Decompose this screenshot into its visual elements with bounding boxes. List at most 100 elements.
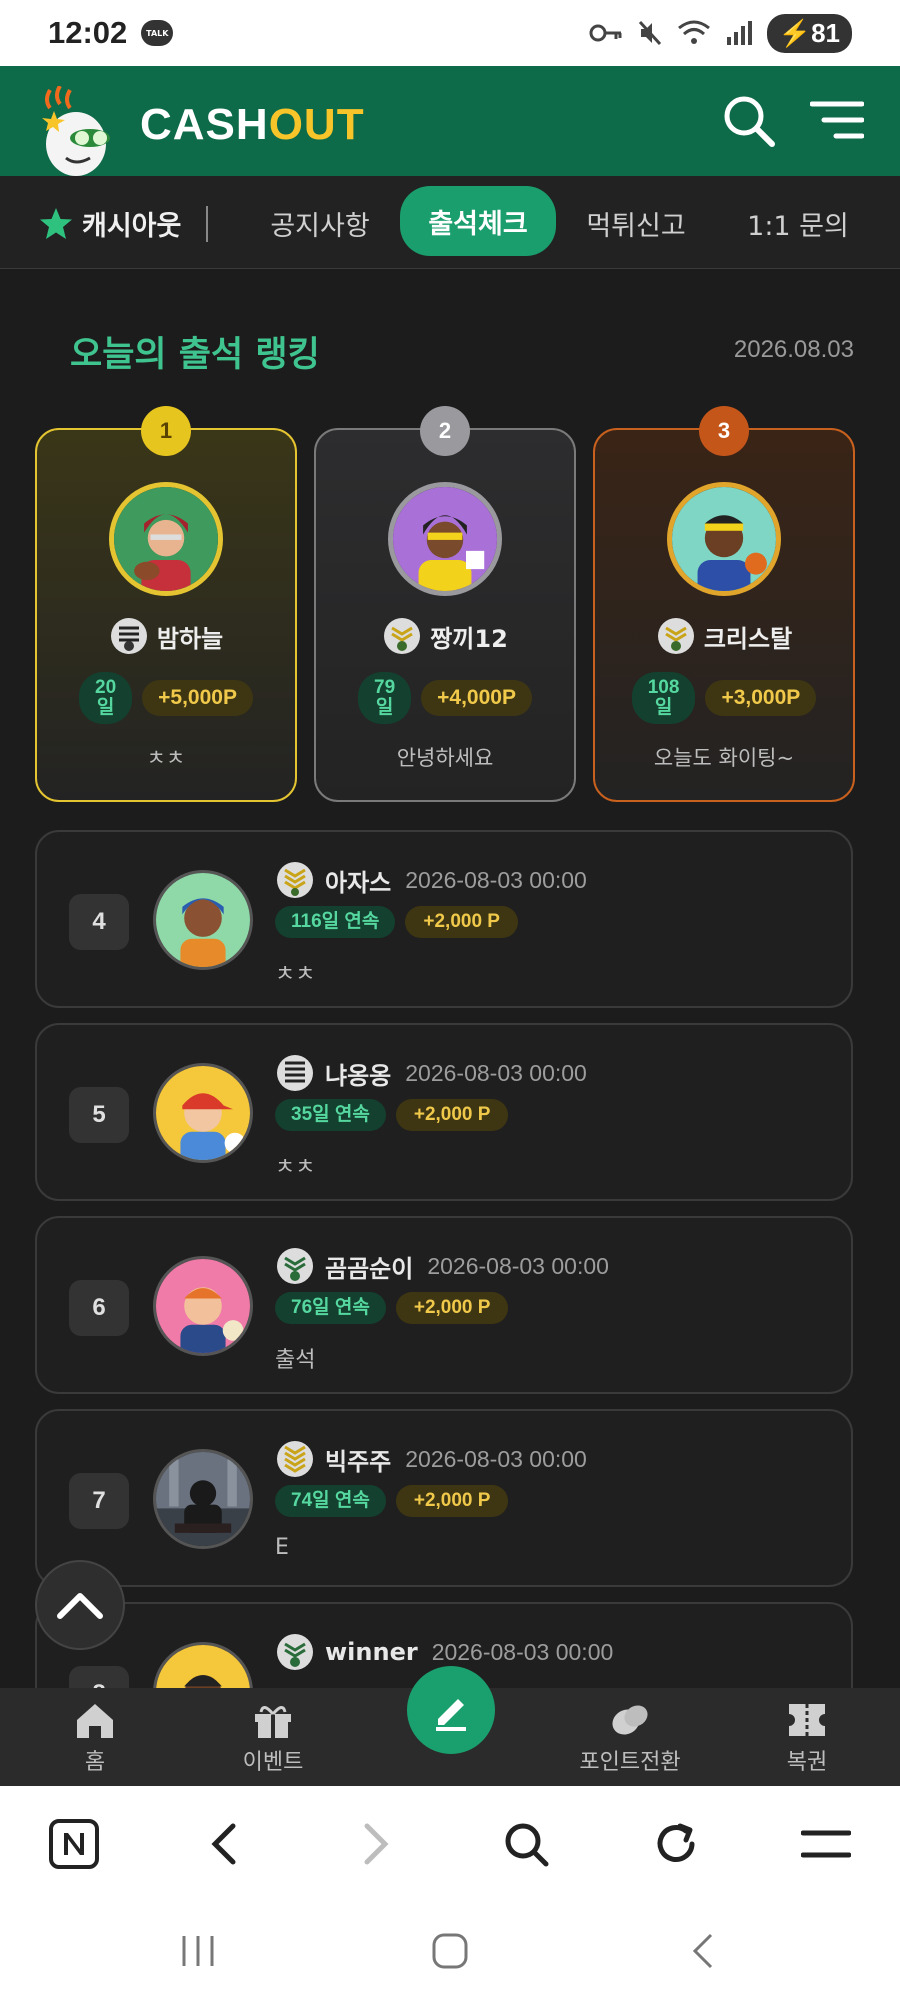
home-square-icon [432,1933,468,1969]
browser-search-button[interactable] [498,1816,554,1872]
streak-days-badge: 20 일 [79,672,133,724]
home-icon [77,1704,113,1738]
ranking-row[interactable]: 7 빅주주 2026-08-03 00:00 74일 연속 +2,000 P E [35,1409,853,1587]
recent-apps-button[interactable] [168,1926,228,1976]
avatar [153,870,253,970]
battery-level: 81 [811,17,840,48]
system-nav-bar [0,1896,900,2000]
row-rank: 7 [69,1473,129,1529]
nav-lottery[interactable]: 복권 [742,1700,872,1776]
nav-point-exchange[interactable]: 포인트전환 [565,1700,695,1776]
row-badges: 76일 연속 +2,000 P [275,1292,509,1324]
avatar [153,1063,253,1163]
row-timestamp: 2026-08-03 00:00 [405,1445,587,1472]
tier-badge-icon [277,1441,313,1477]
podium-card-3[interactable]: 3 크리스탈 108 일 +3,000P 오늘도 화이팅~ [593,406,855,802]
row-rank: 6 [69,1280,129,1336]
rank-medal: 1 [141,406,191,456]
logo-out-text: OUT [268,100,365,149]
row-message: ㅊㅊ [275,962,316,987]
search-icon[interactable] [720,92,776,148]
browser-back-button[interactable] [196,1816,252,1872]
row-timestamp: 2026-08-03 00:00 [427,1252,609,1279]
pencil-icon [436,1699,466,1731]
naver-home-button[interactable] [46,1816,102,1872]
row-message: ㅊㅊ [275,1155,316,1180]
podium-message: 안녕하세요 [396,746,494,770]
menu-icon[interactable] [810,98,864,142]
points-badge: +2,000 P [395,1292,509,1324]
search-icon [505,1823,549,1867]
ranking-row[interactable]: 4 아자스 2026-08-03 00:00 116일 연속 +2,000 P … [35,830,853,1008]
points-badge: +4,000P [421,680,532,716]
row-badges: 116일 연속 +2,000 P [275,906,518,938]
browser-menu-button[interactable] [798,1816,854,1872]
podium-name[interactable]: 밤하늘 [157,619,223,654]
nav-event[interactable]: 이벤트 [208,1700,338,1776]
row-username[interactable]: 아자스 [325,863,391,898]
podium-name-row: 크리스탈 [595,616,853,656]
tier-badge-icon [384,618,421,654]
tier-badge-icon [110,618,147,654]
home-system-button[interactable] [420,1926,480,1976]
star-icon [40,207,72,239]
row-header: 냐옹옹 2026-08-03 00:00 [275,1053,587,1093]
avatar [153,1449,253,1549]
back-system-button[interactable] [672,1926,732,1976]
signal-icon [726,21,752,45]
tab-brand[interactable]: 캐시아웃 [38,204,181,243]
row-username[interactable]: 빅주주 [325,1442,391,1477]
tab-notice[interactable]: 공지사항 [262,198,378,248]
streak-days-badge: 108 일 [631,672,696,724]
podium-badges: 108 일 +3,000P [595,672,853,724]
row-username[interactable]: 냐옹옹 [325,1056,391,1091]
row-username[interactable]: winner [325,1638,418,1666]
row-timestamp: 2026-08-03 00:00 [431,1638,614,1665]
browser-refresh-button[interactable] [648,1816,704,1872]
rank-medal: 3 [699,406,749,456]
nav-lottery-label: 복권 [786,1750,828,1775]
podium-card-2[interactable]: 2 짱끼12 79 일 +4,000P 안녕하세요 [314,406,576,802]
scroll-to-top-button[interactable] [35,1560,125,1650]
row-timestamp: 2026-08-03 00:00 [405,866,587,893]
cashout-logo[interactable]: CASHOUT [140,100,365,150]
battery-indicator: ⚡81 [766,13,852,53]
podium-card-1[interactable]: 1 밤하늘 20 일 +5,000P ㅊㅊ [35,406,297,802]
status-bar: 12:02 TALK ⚡81 [0,0,900,66]
bottom-app-nav: 홈 이벤트 포인트전환 복권 [0,1666,900,1786]
avatar [109,482,223,596]
ranking-title: 오늘의 출석 랭킹 [70,335,320,375]
podium-name-row: 밤하늘 [37,616,295,656]
hamburger-icon [801,1830,851,1858]
tier-badge-icon [277,1248,313,1284]
browser-toolbar [0,1786,900,1896]
back-chevron-icon [692,1933,713,1969]
mascot-logo-icon[interactable] [36,86,128,176]
coins-icon [612,1705,648,1735]
ranking-row[interactable]: 5 냐옹옹 2026-08-03 00:00 35일 연속 +2,000 P ㅊ… [35,1023,853,1201]
row-username[interactable]: 곰곰순이 [325,1249,413,1284]
tab-scam-report[interactable]: 먹튀신고 [578,198,694,248]
podium-name[interactable]: 짱끼12 [430,619,508,654]
tier-badge-icon [277,1055,313,1091]
streak-days-text: 20 일 [95,677,117,718]
kakaotalk-icon: TALK [141,20,174,46]
tab-attendance[interactable]: 출석체크 [400,186,556,256]
podium-name[interactable]: 크리스탈 [704,619,792,654]
gift-icon [255,1706,291,1738]
row-rank: 5 [69,1087,129,1143]
tab-inquiry[interactable]: 1:1 문의 [736,198,860,248]
attendance-write-button[interactable] [407,1666,495,1754]
podium-badges: 79 일 +4,000P [316,672,574,724]
row-badges: 74일 연속 +2,000 P [275,1485,509,1517]
points-badge: +2,000 P [405,906,518,938]
ranking-date: 2026.08.03 [733,336,854,363]
ranking-row[interactable]: 6 곰곰순이 2026-08-03 00:00 76일 연속 +2,000 P … [35,1216,853,1394]
streak-badge: 35일 연속 [275,1099,386,1131]
browser-forward-button[interactable] [348,1816,404,1872]
nav-home[interactable]: 홈 [30,1700,160,1776]
wifi-icon [677,20,710,44]
status-time: 12:02 [48,15,128,50]
podium-name-row: 짱끼12 [316,616,574,656]
nav-home-label: 홈 [84,1750,106,1775]
